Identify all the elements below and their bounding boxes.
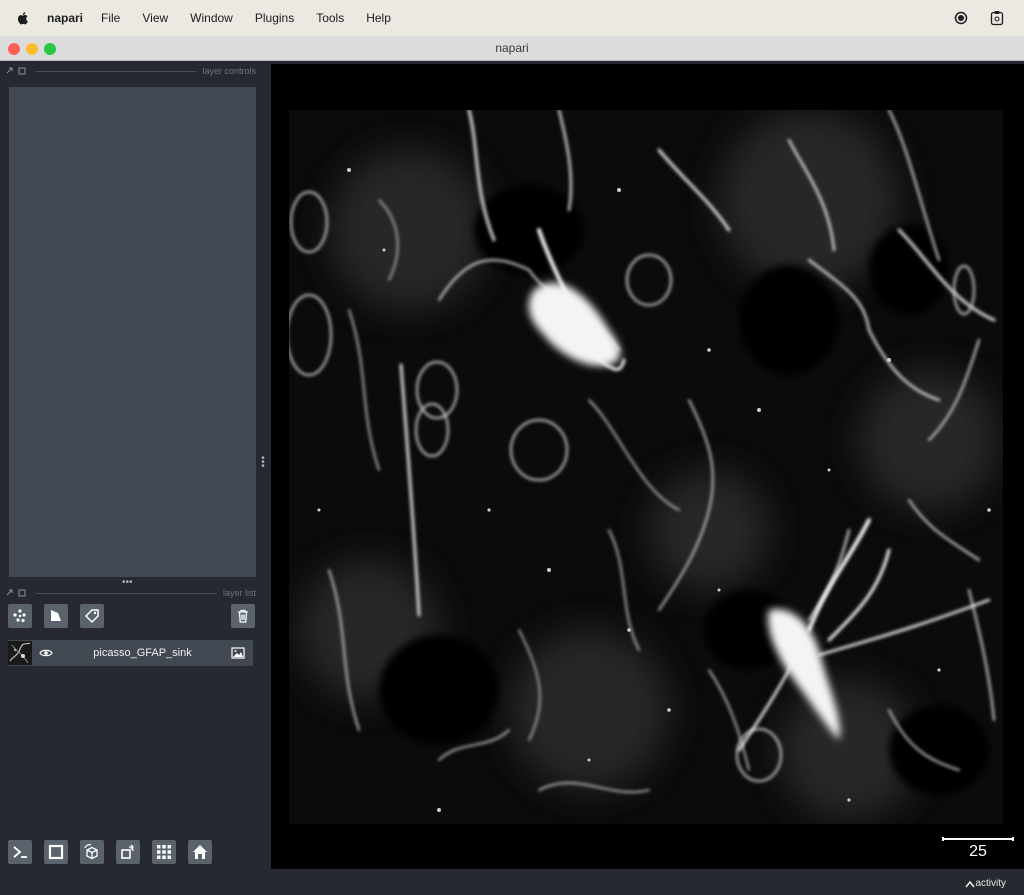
layer-thumbnail — [8, 641, 32, 665]
minimize-window-button[interactable] — [26, 43, 38, 55]
layer-list-dock-header: layer list — [6, 586, 256, 600]
window-titlebar: napari — [0, 36, 1024, 61]
menu-file[interactable]: File — [101, 11, 120, 25]
menu-window[interactable]: Window — [190, 11, 233, 25]
scale-bar: 25 — [942, 837, 1014, 863]
trash-icon — [238, 609, 248, 623]
activity-button[interactable]: activity — [965, 878, 1006, 889]
app-menu-napari[interactable]: napari — [47, 11, 83, 25]
terminal-prompt-icon — [13, 846, 27, 858]
dock-header-rule — [36, 592, 217, 594]
clipboard-icon[interactable] — [988, 9, 1006, 27]
menu-help[interactable]: Help — [366, 11, 391, 25]
points-icon — [13, 609, 26, 623]
ndisplay-toggle-button[interactable] — [44, 840, 68, 864]
cube-roll-icon — [84, 844, 98, 860]
close-dock-icon[interactable] — [18, 67, 26, 75]
viewer-canvas[interactable]: 25 — [271, 64, 1024, 869]
apple-icon[interactable] — [15, 10, 31, 26]
close-window-button[interactable] — [8, 43, 20, 55]
macos-menubar: napari File View Window Plugins Tools He… — [0, 0, 1024, 36]
chevron-up-icon — [965, 880, 976, 887]
label-tag-icon — [85, 609, 99, 623]
menu-plugins[interactable]: Plugins — [255, 11, 294, 25]
viewer-buttons-bar — [8, 840, 268, 868]
zoom-window-button[interactable] — [44, 43, 56, 55]
float-dock-icon[interactable] — [6, 67, 14, 75]
delete-layer-button[interactable] — [231, 604, 255, 628]
home-button[interactable] — [188, 840, 212, 864]
close-dock-icon[interactable] — [18, 589, 26, 597]
image-layer-type-icon — [231, 647, 245, 659]
square-2d-icon — [48, 844, 64, 860]
roll-dims-button[interactable] — [80, 840, 104, 864]
transpose-dims-button[interactable] — [116, 840, 140, 864]
activity-label: activity — [975, 878, 1006, 889]
console-button[interactable] — [8, 840, 32, 864]
menu-tools[interactable]: Tools — [316, 11, 344, 25]
layer-controls-dock-header: layer controls — [6, 64, 256, 78]
menu-view[interactable]: View — [142, 11, 168, 25]
record-icon[interactable] — [952, 9, 970, 27]
layer-controls-panel — [9, 87, 256, 577]
scale-bar-label: 25 — [969, 843, 987, 860]
layer-buttons-bar — [8, 604, 256, 630]
new-shapes-layer-button[interactable] — [44, 604, 68, 628]
napari-main-window: layer controls ••• layer list picasso_GF… — [0, 62, 1024, 895]
window-title: napari — [495, 41, 529, 55]
transpose-icon — [121, 844, 134, 859]
new-points-layer-button[interactable] — [8, 604, 32, 628]
panel-vertical-splitter[interactable]: • • • — [261, 454, 265, 472]
layer-list-item[interactable]: picasso_GFAP_sink — [8, 640, 253, 666]
dock-header-rule — [36, 70, 197, 72]
visibility-eye-icon[interactable] — [38, 645, 54, 661]
layer-name-label[interactable]: picasso_GFAP_sink — [54, 647, 231, 659]
scale-bar-line — [942, 837, 1014, 841]
float-dock-icon[interactable] — [6, 589, 14, 597]
shapes-icon — [51, 610, 61, 621]
layer-controls-title: layer controls — [202, 66, 256, 76]
layer-list-title: layer list — [222, 588, 256, 598]
microscopy-image[interactable] — [289, 110, 1003, 824]
grid-view-button[interactable] — [152, 840, 176, 864]
new-labels-layer-button[interactable] — [80, 604, 104, 628]
grid-icon — [157, 845, 171, 859]
status-bar: activity — [0, 873, 1024, 895]
home-icon — [193, 845, 207, 859]
